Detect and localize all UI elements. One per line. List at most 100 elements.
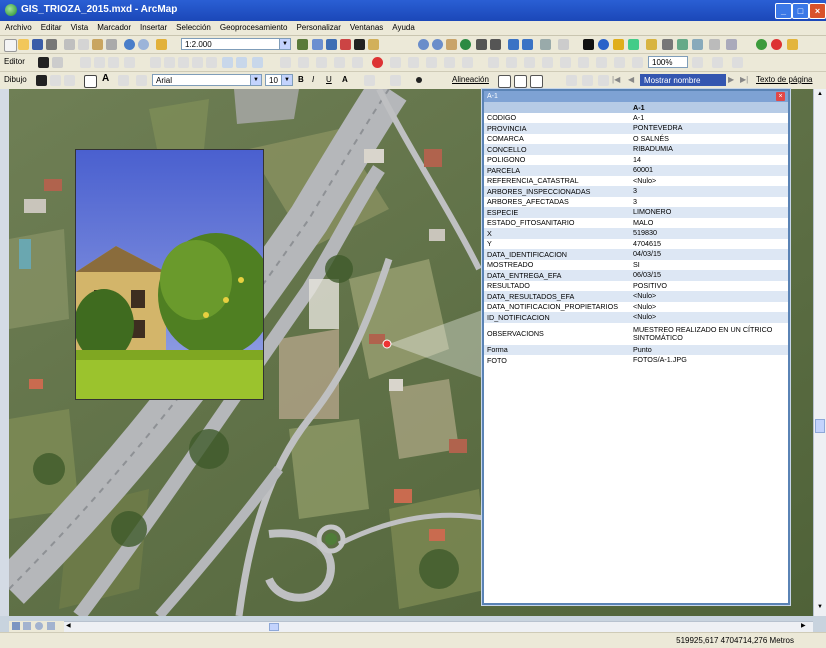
go-to-xy-icon[interactable] [692, 39, 703, 50]
menu-seleccion[interactable]: Selección [171, 21, 215, 32]
font-name-combo[interactable]: Arial ▼ [152, 74, 262, 86]
attribute-popup[interactable]: A-1 × A-1 CODIGO A-1 PROVINCIA PONTEVEDRA … [482, 89, 790, 605]
refresh-icon[interactable] [632, 57, 643, 68]
cut-icon[interactable] [64, 39, 75, 50]
alignment-menu[interactable]: Alineación [452, 75, 489, 84]
labeling-icon[interactable] [566, 75, 577, 86]
menu-geoprocesamiento[interactable]: Geoprocesamiento [215, 21, 292, 32]
menu-vista[interactable]: Vista [66, 21, 93, 32]
create-features-icon[interactable] [252, 57, 263, 68]
add-control-points-icon[interactable] [298, 57, 309, 68]
chevron-down-icon[interactable]: ▼ [281, 75, 292, 85]
layout-grid-icon[interactable] [596, 57, 607, 68]
toolbox-icon[interactable] [340, 39, 351, 50]
layout-view-icon[interactable] [23, 622, 31, 630]
page-icon[interactable] [614, 57, 625, 68]
paste-icon[interactable] [92, 39, 103, 50]
horizontal-scroll-thumb[interactable] [269, 623, 279, 631]
scroll-right-icon[interactable]: ▶ [801, 622, 811, 632]
viewer-icon[interactable] [390, 57, 401, 68]
vertical-scroll-thumb[interactable] [815, 419, 825, 433]
fixed-zoom-out-icon[interactable] [490, 39, 501, 50]
select-features-icon[interactable] [540, 39, 551, 50]
zoom-out-icon[interactable] [432, 39, 443, 50]
effects-icon[interactable] [524, 57, 535, 68]
cut-polygons-icon[interactable] [178, 57, 189, 68]
grid-icon[interactable] [462, 57, 473, 68]
close-button[interactable]: × [809, 3, 826, 19]
catalog-icon[interactable] [326, 39, 337, 50]
chevron-down-icon[interactable]: ▼ [279, 39, 290, 49]
edit-tool-icon[interactable] [38, 57, 49, 68]
redo-icon[interactable] [138, 39, 149, 50]
select-elements-icon[interactable] [583, 39, 594, 50]
undo-icon[interactable] [124, 39, 135, 50]
search-icon[interactable] [771, 39, 782, 50]
zoom-percent-combo[interactable]: 100% [648, 56, 688, 68]
attributes-icon[interactable] [222, 57, 233, 68]
draw-menu[interactable]: Dibujo [4, 75, 27, 84]
toggle-draft-icon[interactable] [732, 57, 743, 68]
whole-page-icon[interactable] [712, 57, 723, 68]
measure-icon[interactable] [646, 39, 657, 50]
save-icon[interactable] [32, 39, 43, 50]
tools-icon[interactable] [787, 39, 798, 50]
page-name-combo[interactable]: Mostrar nombre [640, 74, 726, 86]
python-window-icon[interactable] [354, 39, 365, 50]
scroll-left-icon[interactable]: ◀ [66, 622, 76, 632]
move-icon[interactable] [316, 57, 327, 68]
create-viewer-icon[interactable] [726, 39, 737, 50]
flicker-icon[interactable] [506, 57, 517, 68]
back-extent-icon[interactable] [508, 39, 519, 50]
menu-insertar[interactable]: Insertar [135, 21, 171, 32]
marker-color-icon[interactable] [416, 77, 422, 83]
table-of-contents-icon[interactable] [312, 39, 323, 50]
group-icon[interactable] [530, 75, 543, 88]
transparency-icon[interactable] [578, 57, 589, 68]
lock-labels-icon[interactable] [598, 75, 609, 86]
new-text-icon[interactable]: A [102, 73, 109, 84]
delete-icon[interactable] [106, 39, 117, 50]
menu-personalizar[interactable]: Personalizar [291, 21, 344, 32]
georef-tool-icon[interactable] [280, 57, 291, 68]
rotate-georef-icon[interactable] [334, 57, 345, 68]
straight-segment-icon[interactable] [80, 57, 91, 68]
zoom-to-selected-icon[interactable] [64, 75, 75, 86]
select-element-icon[interactable] [36, 75, 47, 86]
find-route-icon[interactable] [677, 39, 688, 50]
identify-icon[interactable] [598, 39, 609, 50]
label-manager-icon[interactable] [582, 75, 593, 86]
last-page-icon[interactable]: ▶| [740, 75, 748, 84]
chevron-down-icon[interactable]: ▼ [250, 75, 261, 85]
rectangle-icon[interactable] [84, 75, 97, 88]
popup-title-bar[interactable]: A-1 × [484, 91, 788, 102]
rotate-element-icon[interactable] [50, 75, 61, 86]
first-page-icon[interactable]: |◀ [612, 75, 620, 84]
previous-page-icon[interactable]: ◀ [628, 75, 634, 84]
time-slider-icon[interactable] [709, 39, 720, 50]
full-extent-icon[interactable] [460, 39, 471, 50]
menu-ayuda[interactable]: Ayuda [387, 21, 419, 32]
add-data-icon[interactable] [156, 39, 167, 50]
copy-icon[interactable] [78, 39, 89, 50]
fixed-zoom-in-icon[interactable] [476, 39, 487, 50]
italic-button[interactable]: I [312, 75, 314, 84]
spline-icon[interactable] [118, 75, 129, 86]
pause-drawing-icon[interactable] [47, 622, 55, 630]
data-view-icon[interactable] [12, 622, 20, 630]
font-size-combo[interactable]: 10 ▼ [265, 74, 293, 86]
forward-extent-icon[interactable] [522, 39, 533, 50]
bold-button[interactable]: B [298, 75, 304, 84]
delete-link-icon[interactable] [372, 57, 383, 68]
scale-combo[interactable]: 1:2.000 ▼ [181, 38, 291, 50]
menu-ventanas[interactable]: Ventanas [345, 21, 387, 32]
new-document-icon[interactable] [4, 39, 17, 52]
align-icon[interactable] [498, 75, 511, 88]
html-popup-icon[interactable] [628, 39, 639, 50]
menu-editar[interactable]: Editar [36, 21, 66, 32]
next-page-icon[interactable]: ▶ [728, 75, 734, 84]
underline-button[interactable]: U [326, 75, 332, 84]
font-color-button[interactable]: A [342, 75, 348, 84]
arcgis-online-icon[interactable] [756, 39, 767, 50]
page-text-menu[interactable]: Texto de página [756, 75, 813, 84]
